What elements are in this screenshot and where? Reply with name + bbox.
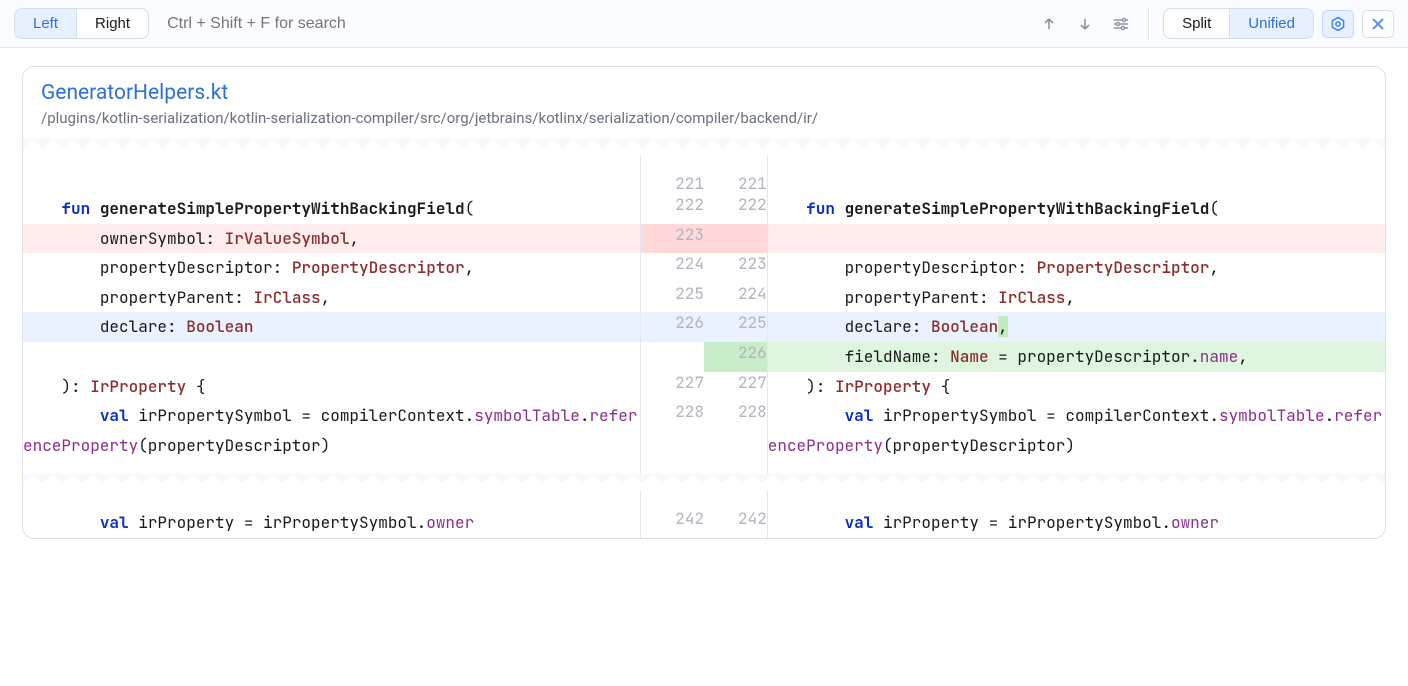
code-right: declare: Boolean, xyxy=(767,312,1385,342)
line-number-left: 225 xyxy=(641,283,704,313)
line-number-right: 221 xyxy=(704,155,767,194)
diff-row: propertyParent: IrClass, 225 224 propert… xyxy=(23,283,1385,313)
line-number-left: 226 xyxy=(641,312,704,342)
line-number-right: 226 xyxy=(704,342,767,372)
right-toolbar-cluster: Split Unified xyxy=(1148,8,1394,39)
code-right: ): IrProperty { xyxy=(767,372,1385,402)
left-button[interactable]: Left xyxy=(15,9,76,38)
diff-row-modified: declare: Boolean 226 225 declare: Boolea… xyxy=(23,312,1385,342)
collapsed-region-indicator[interactable] xyxy=(23,139,1385,155)
diff-row: ): IrProperty { 227 227 ): IrProperty { xyxy=(23,372,1385,402)
line-number-right: 227 xyxy=(704,372,767,402)
split-button[interactable]: Split xyxy=(1164,9,1229,38)
code-right xyxy=(767,224,1385,254)
code-left: val irPropertySymbol = compilerContext.s… xyxy=(23,401,641,460)
line-number-left: 242 xyxy=(641,490,704,538)
diff-row: fun generateSimplePropertyWithBackingFie… xyxy=(23,194,1385,224)
line-number-right xyxy=(704,224,767,254)
code-left: ownerSymbol: IrValueSymbol, xyxy=(23,224,641,254)
toolbar: Left Right Split Unified xyxy=(0,0,1408,48)
side-toggle: Left Right xyxy=(14,8,149,39)
line-number-right: 242 xyxy=(704,490,767,538)
page-body: GeneratorHelpers.kt /plugins/kotlin-seri… xyxy=(0,48,1408,557)
code-right: fun generateSimplePropertyWithBackingFie… xyxy=(767,194,1385,224)
line-number-right: 223 xyxy=(704,253,767,283)
code-right: fieldName: Name = propertyDescriptor.nam… xyxy=(767,342,1385,372)
code-left: propertyDescriptor: PropertyDescriptor, xyxy=(23,253,641,283)
line-number-left: 223 xyxy=(641,224,704,254)
line-number-left: 224 xyxy=(641,253,704,283)
diff-row-added: 226 fieldName: Name = propertyDescriptor… xyxy=(23,342,1385,372)
file-path: /plugins/kotlin-serialization/kotlin-ser… xyxy=(41,109,1367,127)
file-title[interactable]: GeneratorHelpers.kt xyxy=(41,81,1367,105)
code-left xyxy=(23,342,641,372)
code-left: declare: Boolean xyxy=(23,312,641,342)
gear-hexagon-icon[interactable] xyxy=(1322,10,1354,38)
code-left: ): IrProperty { xyxy=(23,372,641,402)
code-right: val irPropertySymbol = compilerContext.s… xyxy=(767,401,1385,460)
diff-row: val irPropertySymbol = compilerContext.s… xyxy=(23,401,1385,460)
diff-row: val irProperty = irPropertySymbol.owner … xyxy=(23,490,1385,538)
prev-match-icon[interactable] xyxy=(1036,11,1062,37)
search-area xyxy=(163,9,1134,39)
file-header: GeneratorHelpers.kt /plugins/kotlin-seri… xyxy=(23,67,1385,139)
diff-table: 221 221 fun generateSimplePropertyWithBa… xyxy=(23,155,1385,474)
line-number-left: 228 xyxy=(641,401,704,460)
code-left: propertyParent: IrClass, xyxy=(23,283,641,313)
line-number-left: 227 xyxy=(641,372,704,402)
collapsed-region-indicator[interactable] xyxy=(23,474,1385,490)
settings-sliders-icon[interactable] xyxy=(1108,11,1134,37)
diff-row-deleted: ownerSymbol: IrValueSymbol, 223 xyxy=(23,224,1385,254)
line-number-left: 221 xyxy=(641,155,704,194)
line-number-right: 228 xyxy=(704,401,767,460)
right-button[interactable]: Right xyxy=(76,9,148,38)
spacer xyxy=(23,460,1385,474)
code-right: propertyDescriptor: PropertyDescriptor, xyxy=(767,253,1385,283)
code-right: propertyParent: IrClass, xyxy=(767,283,1385,313)
code-left: val irProperty = irPropertySymbol.owner xyxy=(23,490,641,538)
file-card: GeneratorHelpers.kt /plugins/kotlin-seri… xyxy=(22,66,1386,539)
search-input[interactable] xyxy=(163,9,1026,39)
close-icon[interactable] xyxy=(1362,10,1394,38)
diff-table: val irProperty = irPropertySymbol.owner … xyxy=(23,490,1385,538)
code-right xyxy=(767,155,1385,194)
code-left xyxy=(23,155,641,194)
next-match-icon[interactable] xyxy=(1072,11,1098,37)
line-number-left: 222 xyxy=(641,194,704,224)
code-left: fun generateSimplePropertyWithBackingFie… xyxy=(23,194,641,224)
line-number-right: 222 xyxy=(704,194,767,224)
diff-row: propertyDescriptor: PropertyDescriptor, … xyxy=(23,253,1385,283)
line-number-right: 224 xyxy=(704,283,767,313)
code-right: val irProperty = irPropertySymbol.owner xyxy=(767,490,1385,538)
line-number-right: 225 xyxy=(704,312,767,342)
view-mode-toggle: Split Unified xyxy=(1163,8,1314,39)
unified-button[interactable]: Unified xyxy=(1229,9,1313,38)
line-number-left xyxy=(641,342,704,372)
diff-row: 221 221 xyxy=(23,155,1385,194)
